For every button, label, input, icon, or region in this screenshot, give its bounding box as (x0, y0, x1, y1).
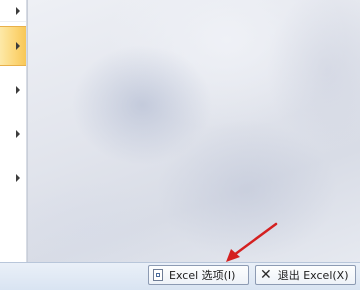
office-menu-footer: Excel 选项(I) ✕ 退出 Excel(X) (0, 262, 360, 290)
exit-excel-button[interactable]: ✕ 退出 Excel(X) (255, 265, 356, 285)
document-icon (153, 269, 163, 281)
chevron-right-icon (16, 6, 20, 15)
menu-item[interactable] (0, 202, 26, 224)
panel-divider (27, 0, 28, 262)
chevron-right-icon (16, 130, 20, 138)
close-icon: ✕ (260, 267, 272, 283)
exit-excel-label: 退出 Excel(X) (277, 269, 349, 282)
menu-item[interactable] (0, 158, 26, 198)
menu-item[interactable] (0, 70, 26, 110)
menu-item-highlighted[interactable] (0, 26, 26, 66)
chevron-right-icon (16, 174, 20, 182)
chevron-right-icon (16, 42, 20, 50)
menu-item[interactable] (0, 114, 26, 154)
excel-options-button[interactable]: Excel 选项(I) (148, 265, 249, 285)
menu-item-partial[interactable] (0, 0, 26, 22)
excel-options-label: Excel 选项(I) (169, 269, 236, 282)
recent-documents-panel (27, 0, 360, 262)
office-menu-command-list (0, 0, 27, 262)
chevron-right-icon (16, 86, 20, 94)
